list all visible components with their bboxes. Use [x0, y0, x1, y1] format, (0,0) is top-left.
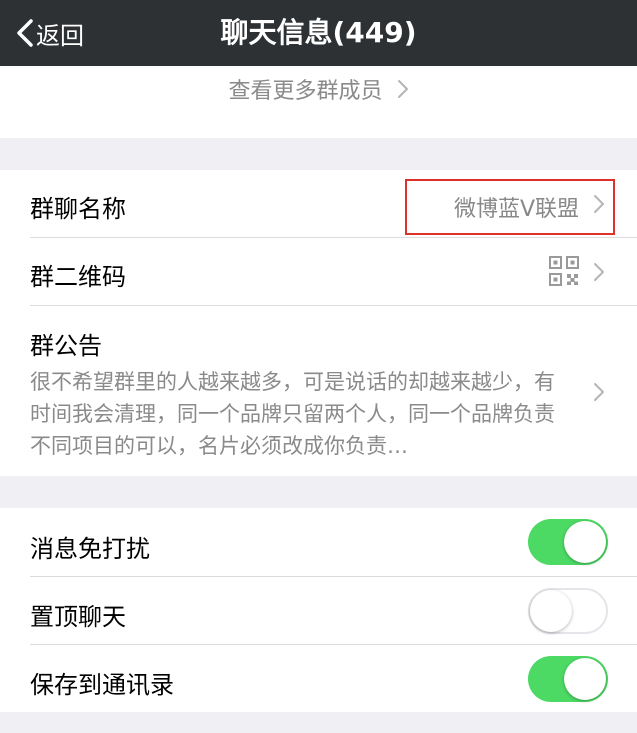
page-title: 聊天信息(449) [220, 16, 417, 49]
mute-toggle[interactable] [528, 519, 608, 565]
toggle-knob [564, 658, 606, 700]
save-contacts-row: 保存到通讯录 [0, 645, 637, 712]
pin-toggle[interactable] [528, 588, 608, 634]
navigation-bar: 返回 聊天信息(449) [0, 0, 637, 66]
mute-row: 消息免打扰 [0, 508, 637, 576]
group-notice-text: 很不希望群里的人越来越多，可是说话的却越来越少，有时间我会清理，同一个品牌只留两… [30, 370, 555, 458]
save-contacts-label: 保存到通讯录 [30, 671, 174, 699]
save-contacts-toggle[interactable] [528, 656, 608, 702]
group-notice-label: 群公告 [30, 332, 102, 360]
pin-row: 置顶聊天 [0, 577, 637, 644]
view-more-members-label: 查看更多群成员 [228, 79, 383, 104]
group-qr-row[interactable]: 群二维码 [0, 238, 637, 305]
toggle-knob [530, 590, 572, 632]
pin-label: 置顶聊天 [30, 603, 126, 631]
toggle-knob [564, 521, 606, 563]
chevron-right-icon [594, 263, 604, 281]
highlight-box [405, 179, 615, 235]
members-section: 查看更多群成员 [0, 66, 637, 138]
group-qr-label: 群二维码 [30, 263, 126, 291]
mute-label: 消息免打扰 [30, 535, 150, 563]
group-name-label: 群聊名称 [30, 195, 126, 223]
chevron-right-icon [397, 80, 408, 98]
qr-code-icon [549, 256, 579, 286]
chevron-right-icon [594, 383, 604, 401]
view-more-members-button[interactable]: 查看更多群成员 [0, 66, 637, 112]
